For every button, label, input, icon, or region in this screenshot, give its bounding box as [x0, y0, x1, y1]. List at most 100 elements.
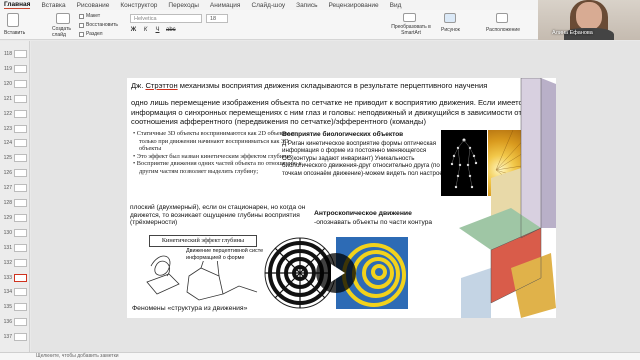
- slide-number: 131: [3, 244, 12, 251]
- slide-thumbnail[interactable]: 136: [2, 317, 30, 327]
- slide-thumbnail-image: [14, 139, 27, 148]
- slide-number: 127: [3, 185, 12, 192]
- section-button[interactable]: Раздел: [79, 31, 103, 37]
- slide-thumbnail-image: [14, 199, 27, 207]
- ribbon-tab[interactable]: Вставка: [41, 2, 65, 9]
- slide-thumbnail[interactable]: 118: [2, 49, 30, 59]
- slide-thumbnail-image: [14, 303, 27, 312]
- slide-number: 135: [3, 304, 12, 311]
- slide-thumbnail[interactable]: 119: [2, 64, 30, 74]
- underline-button[interactable]: Ч: [154, 27, 161, 33]
- slide-number: 121: [3, 95, 12, 102]
- slide-thumbnail[interactable]: 132: [2, 258, 30, 268]
- slide-number: 133: [3, 274, 12, 281]
- bold-button[interactable]: Ж: [130, 27, 137, 33]
- reset-button[interactable]: Восстановить: [79, 22, 118, 28]
- italic-button[interactable]: К: [142, 27, 149, 33]
- slide-thumbnail-image: [14, 184, 27, 193]
- slide-thumbnail[interactable]: 128: [2, 198, 30, 208]
- slide-thumbnail[interactable]: 127: [2, 183, 30, 193]
- slide-number: 129: [3, 214, 12, 221]
- arrange-button[interactable]: Расположение: [486, 27, 520, 33]
- ribbon-tab[interactable]: Анимация: [210, 2, 241, 9]
- slide-number: 122: [3, 110, 12, 117]
- slide-thumbnail[interactable]: 121: [2, 94, 30, 104]
- slide-number: 126: [3, 170, 12, 177]
- picture-icon[interactable]: [444, 13, 456, 23]
- list-item: • Восприятие движения одних частей объек…: [133, 160, 302, 175]
- slide-thumbnail[interactable]: 133: [2, 273, 30, 283]
- slide-thumbnail[interactable]: 125: [2, 153, 30, 163]
- slide-thumbnail[interactable]: 135: [2, 302, 30, 312]
- slide-number: 125: [3, 155, 12, 162]
- notes-pane[interactable]: Щелкните, чтобы добавить заметки: [0, 352, 640, 360]
- slide-thumbnail-image: [14, 333, 27, 342]
- flat-object-text: плоский (двухмерный), если он стационаре…: [130, 204, 306, 227]
- new-slide-icon[interactable]: [56, 13, 70, 24]
- smartart-button[interactable]: Преобразовать в SmartArt: [390, 24, 432, 36]
- ribbon-tab[interactable]: Рисование: [77, 2, 110, 9]
- slide-thumbnail[interactable]: 134: [2, 287, 30, 297]
- slide-thumbnail-image: [14, 258, 27, 267]
- slide-thumbnail[interactable]: 126: [2, 168, 30, 178]
- smartart-icon[interactable]: [403, 13, 416, 22]
- video-play-button[interactable]: [316, 253, 356, 293]
- layout-button[interactable]: Макет: [79, 13, 100, 19]
- ribbon-tab[interactable]: Конструктор: [120, 2, 157, 9]
- slide-thumbnail-panel[interactable]: 118 119 120 121 122 123 124 125 126 127 128 129 130 1…: [0, 41, 30, 352]
- slide-number: 118: [4, 51, 12, 57]
- slide-thumbnail-image: [14, 124, 27, 133]
- paste-icon[interactable]: [7, 13, 19, 27]
- strikethrough-button[interactable]: abc: [166, 27, 176, 33]
- section-icon: [79, 31, 84, 37]
- slide-thumbnail[interactable]: 124: [2, 138, 30, 148]
- slide-number: 123: [3, 125, 12, 132]
- ribbon-tab[interactable]: Вид: [390, 2, 402, 9]
- slide-thumbnail-image: [14, 50, 27, 58]
- new-slide-button[interactable]: Создать слайд: [52, 26, 76, 38]
- slide-thumbnail-image: [14, 64, 27, 73]
- ribbon-tab[interactable]: Переходы: [168, 2, 199, 9]
- slide-thumbnail-image: [14, 228, 27, 237]
- layout-icon: [79, 13, 84, 19]
- slide-thumbnail-image: [14, 273, 27, 282]
- slide-number: 119: [4, 65, 12, 72]
- slide-thumbnail[interactable]: 122: [2, 109, 30, 119]
- picture-button[interactable]: Рисунок: [441, 27, 460, 33]
- slide-thumbnail[interactable]: 130: [2, 228, 30, 238]
- slide-thumbnail[interactable]: 120: [2, 79, 30, 89]
- ribbon-tab[interactable]: Слайд-шоу: [251, 2, 285, 9]
- ribbon-tab[interactable]: Запись: [296, 2, 317, 9]
- paste-button[interactable]: Вставить: [4, 30, 25, 36]
- slide-thumbnail[interactable]: 129: [2, 213, 30, 223]
- anthroscopic-heading: Антроскопическое движение: [314, 210, 412, 217]
- impossible-figure-image: [451, 78, 556, 318]
- slide-thumbnail[interactable]: 131: [2, 243, 30, 253]
- play-icon: [331, 264, 345, 282]
- slide-number: 120: [3, 80, 12, 87]
- slide-thumbnail-image: [14, 169, 27, 178]
- slide-thumbnail-image: [14, 318, 27, 327]
- ribbon-tab[interactable]: Главная: [4, 1, 31, 9]
- bullet-list: • Статичные 3D объекты воспринимаются ка…: [131, 130, 303, 176]
- slide-thumbnail-image: [14, 109, 27, 118]
- webcam-name-label: Алина Ефанова: [552, 30, 593, 36]
- reset-icon: [79, 22, 84, 28]
- slide-thumbnail[interactable]: 123: [2, 124, 30, 134]
- slide-number: 136: [3, 319, 12, 326]
- slide-number: 124: [3, 140, 12, 147]
- phenomena-caption: Феномены «структура из движения»: [132, 305, 248, 312]
- anthroscopic-text: -опознавать объекты по части контура: [314, 219, 433, 226]
- slide-number: 134: [3, 289, 12, 296]
- format-buttons: Ж К Ч abc: [130, 27, 176, 33]
- slide-thumbnail-image: [14, 213, 27, 222]
- slide-thumbnail-image: [14, 94, 27, 103]
- arrange-icon[interactable]: [496, 13, 508, 23]
- font-size-select[interactable]: 18: [206, 14, 228, 23]
- font-family-select[interactable]: Helvetica: [130, 14, 202, 23]
- slide-thumbnail[interactable]: 137: [2, 332, 30, 342]
- slide-thumbnail-image: [14, 243, 27, 252]
- slide-thumbnail-image: [14, 288, 27, 297]
- slide-thumbnail-image: [14, 79, 27, 88]
- ribbon-tab[interactable]: Рецензирование: [328, 2, 378, 9]
